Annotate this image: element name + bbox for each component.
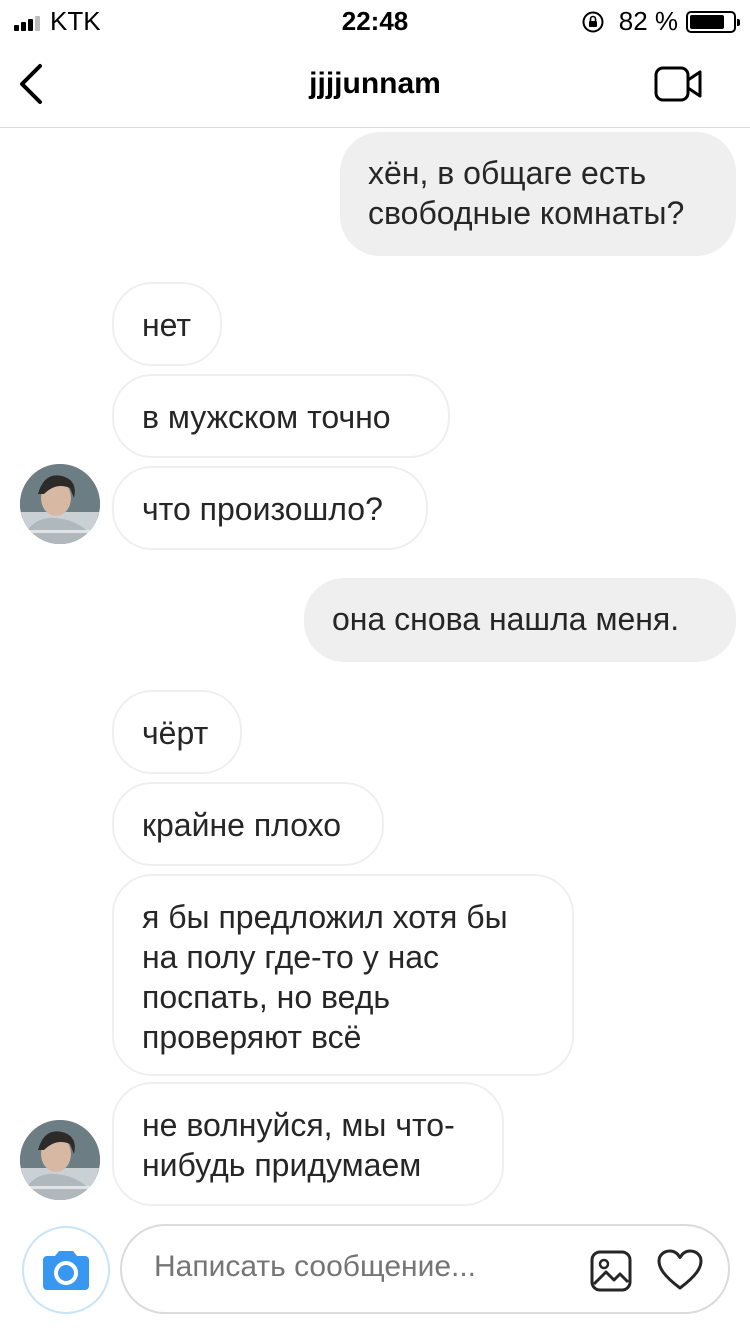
orientation-lock-icon — [582, 11, 604, 32]
message-bubble-incoming[interactable]: нет — [112, 282, 222, 366]
battery-percent: 82 % — [618, 6, 678, 36]
message-bubble-incoming[interactable]: в мужском точно — [112, 374, 450, 458]
message-bubble-incoming[interactable]: крайне плохо — [112, 782, 384, 866]
camera-button[interactable] — [22, 1226, 110, 1314]
message-text: крайне плохо — [142, 807, 342, 843]
message-text: нет — [142, 307, 192, 343]
gallery-icon[interactable] — [590, 1250, 632, 1292]
message-bubble-incoming[interactable]: чёрт — [112, 690, 242, 774]
message-text: что произошло? — [142, 491, 383, 527]
message-composer — [0, 1222, 750, 1334]
message-bubble-outgoing[interactable]: хён, в общаге есть свободные комнаты? — [340, 132, 736, 256]
message-text: я бы предложил хотя бы на полу где-то у … — [142, 899, 508, 1055]
chat-title[interactable]: jjjjunnam — [0, 67, 750, 101]
message-bubble-incoming[interactable]: не волнуйся, мы что- нибудь придумаем — [112, 1082, 504, 1206]
message-text: в мужском точно — [142, 399, 391, 435]
camera-icon — [43, 1251, 89, 1290]
battery-icon — [686, 10, 740, 33]
message-text: она снова нашла меня. — [332, 601, 680, 637]
camera-button-inner — [31, 1235, 101, 1305]
avatar-photo — [20, 464, 100, 544]
chat-header: jjjjunnam — [0, 40, 750, 128]
message-input-box — [120, 1224, 730, 1314]
heart-icon[interactable] — [656, 1248, 704, 1292]
avatar-photo — [20, 1120, 100, 1200]
message-bubble-outgoing[interactable]: она снова нашла меня. — [304, 578, 736, 662]
message-input[interactable] — [154, 1250, 574, 1284]
sender-avatar[interactable] — [20, 1120, 100, 1200]
message-text: не волнуйся, мы что- нибудь придумаем — [142, 1107, 455, 1183]
message-bubble-incoming[interactable]: я бы предложил хотя бы на полу где-то у … — [112, 874, 574, 1076]
status-bar: KTK 22:48 82 % — [0, 0, 750, 40]
video-camera-icon[interactable] — [654, 64, 704, 104]
message-text: чёрт — [142, 715, 209, 751]
battery-fill — [690, 14, 725, 29]
message-bubble-incoming[interactable]: что произошло? — [112, 466, 428, 550]
sender-avatar[interactable] — [20, 464, 100, 544]
message-text: хён, в общаге есть свободные комнаты? — [368, 155, 685, 231]
status-right: 82 % — [581, 6, 740, 37]
